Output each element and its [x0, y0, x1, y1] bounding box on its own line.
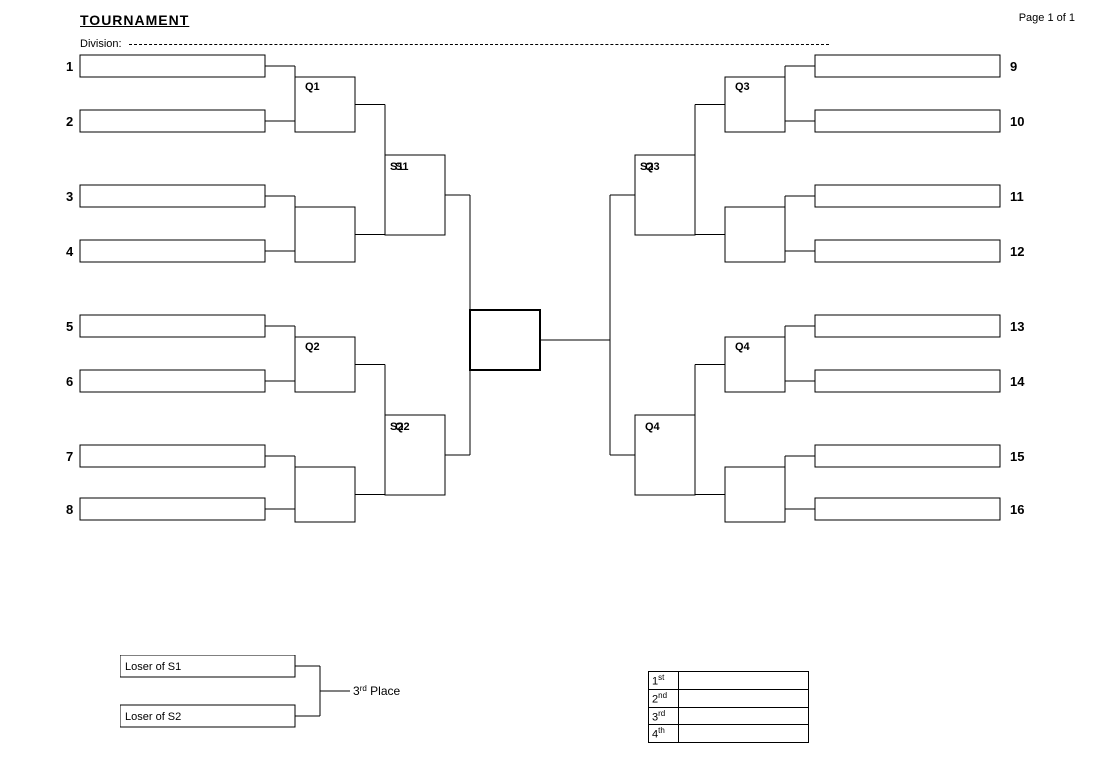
- championship-box: [470, 310, 540, 370]
- q4-round-label: Q4: [645, 421, 661, 433]
- place-2-cell: 2nd: [649, 690, 679, 708]
- seed-5-num: 5: [66, 319, 73, 334]
- seed-4-num: 4: [66, 244, 74, 259]
- seed-10-box: [815, 110, 1000, 132]
- seed-9-box: [815, 55, 1000, 77]
- seed-16-box: [815, 498, 1000, 520]
- q3-label: Q3: [735, 81, 750, 93]
- seed-7-box: [80, 445, 265, 467]
- seed-2-num: 2: [66, 114, 73, 129]
- s2-left-label: S2: [390, 421, 403, 433]
- seed-6-num: 6: [66, 374, 73, 389]
- place-4-name: [679, 725, 809, 743]
- seed-11-num: 11: [1010, 189, 1024, 204]
- place-1-cell: 1st: [649, 672, 679, 690]
- seed-13-box: [815, 315, 1000, 337]
- place-3-cell: 3rd: [649, 707, 679, 725]
- seed-8-box: [80, 498, 265, 520]
- q2-box: [295, 337, 355, 392]
- s2-right-label: S2: [640, 161, 653, 173]
- q4-label: Q4: [735, 341, 751, 353]
- place-4-cell: 4th: [649, 725, 679, 743]
- seed-15-box: [815, 445, 1000, 467]
- header: TOURNAMENT: [80, 12, 189, 28]
- q2-label: Q2: [305, 341, 320, 353]
- standings-section: 1st 2nd 3rd 4th: [648, 671, 809, 743]
- seed-1-num: 1: [66, 59, 73, 74]
- seed-6-box: [80, 370, 265, 392]
- page-number: Page 1 of 1: [1019, 12, 1075, 24]
- seed-12-num: 12: [1010, 244, 1024, 259]
- q1-label: Q1: [305, 81, 320, 93]
- q1b-box: [295, 207, 355, 262]
- seed-13-num: 13: [1010, 319, 1024, 334]
- q3-box: [725, 77, 785, 132]
- tournament-bracket-page: TOURNAMENT Page 1 of 1 Division: 1 2 Q1 …: [0, 0, 1105, 773]
- seed-14-box: [815, 370, 1000, 392]
- division-line: Division:: [80, 38, 829, 50]
- q1-box: [295, 77, 355, 132]
- seed-15-num: 15: [1010, 449, 1024, 464]
- seed-3-box: [80, 185, 265, 207]
- standings-table: 1st 2nd 3rd 4th: [648, 671, 809, 743]
- seed-5-box: [80, 315, 265, 337]
- standings-row-1: 1st: [649, 672, 809, 690]
- third-place-section: Loser of S1 Loser of S2 3rd Place: [120, 655, 520, 738]
- place-3-name: [679, 707, 809, 725]
- third-place-svg: Loser of S1 Loser of S2 3rd Place: [120, 655, 520, 735]
- seed-2-box: [80, 110, 265, 132]
- seed-14-num: 14: [1010, 374, 1025, 389]
- s1-left-label: S1: [390, 161, 403, 173]
- standings-row-3: 3rd: [649, 707, 809, 725]
- tournament-title: TOURNAMENT: [80, 12, 189, 28]
- q4-box: [725, 337, 785, 392]
- loser-s1-label: Loser of S1: [125, 661, 181, 673]
- third-place-label: 3rd Place: [353, 684, 400, 698]
- s2-right-box: [635, 415, 695, 495]
- standings-row-4: 4th: [649, 725, 809, 743]
- seed-12-box: [815, 240, 1000, 262]
- seed-8-num: 8: [66, 502, 73, 517]
- seed-9-num: 9: [1010, 59, 1017, 74]
- q3b-box: [725, 207, 785, 262]
- place-2-name: [679, 690, 809, 708]
- standings-row-2: 2nd: [649, 690, 809, 708]
- seed-4-box: [80, 240, 265, 262]
- loser-s2-label: Loser of S2: [125, 711, 181, 723]
- q4b-box: [725, 467, 785, 522]
- q2b-box: [295, 467, 355, 522]
- seed-3-num: 3: [66, 189, 73, 204]
- seed-11-box: [815, 185, 1000, 207]
- seed-10-num: 10: [1010, 114, 1024, 129]
- seed-1-box: [80, 55, 265, 77]
- bracket-svg: 1 2 Q1 3 4 S1: [80, 55, 1060, 635]
- place-1-name: [679, 672, 809, 690]
- seed-16-num: 16: [1010, 502, 1024, 517]
- seed-7-num: 7: [66, 449, 73, 464]
